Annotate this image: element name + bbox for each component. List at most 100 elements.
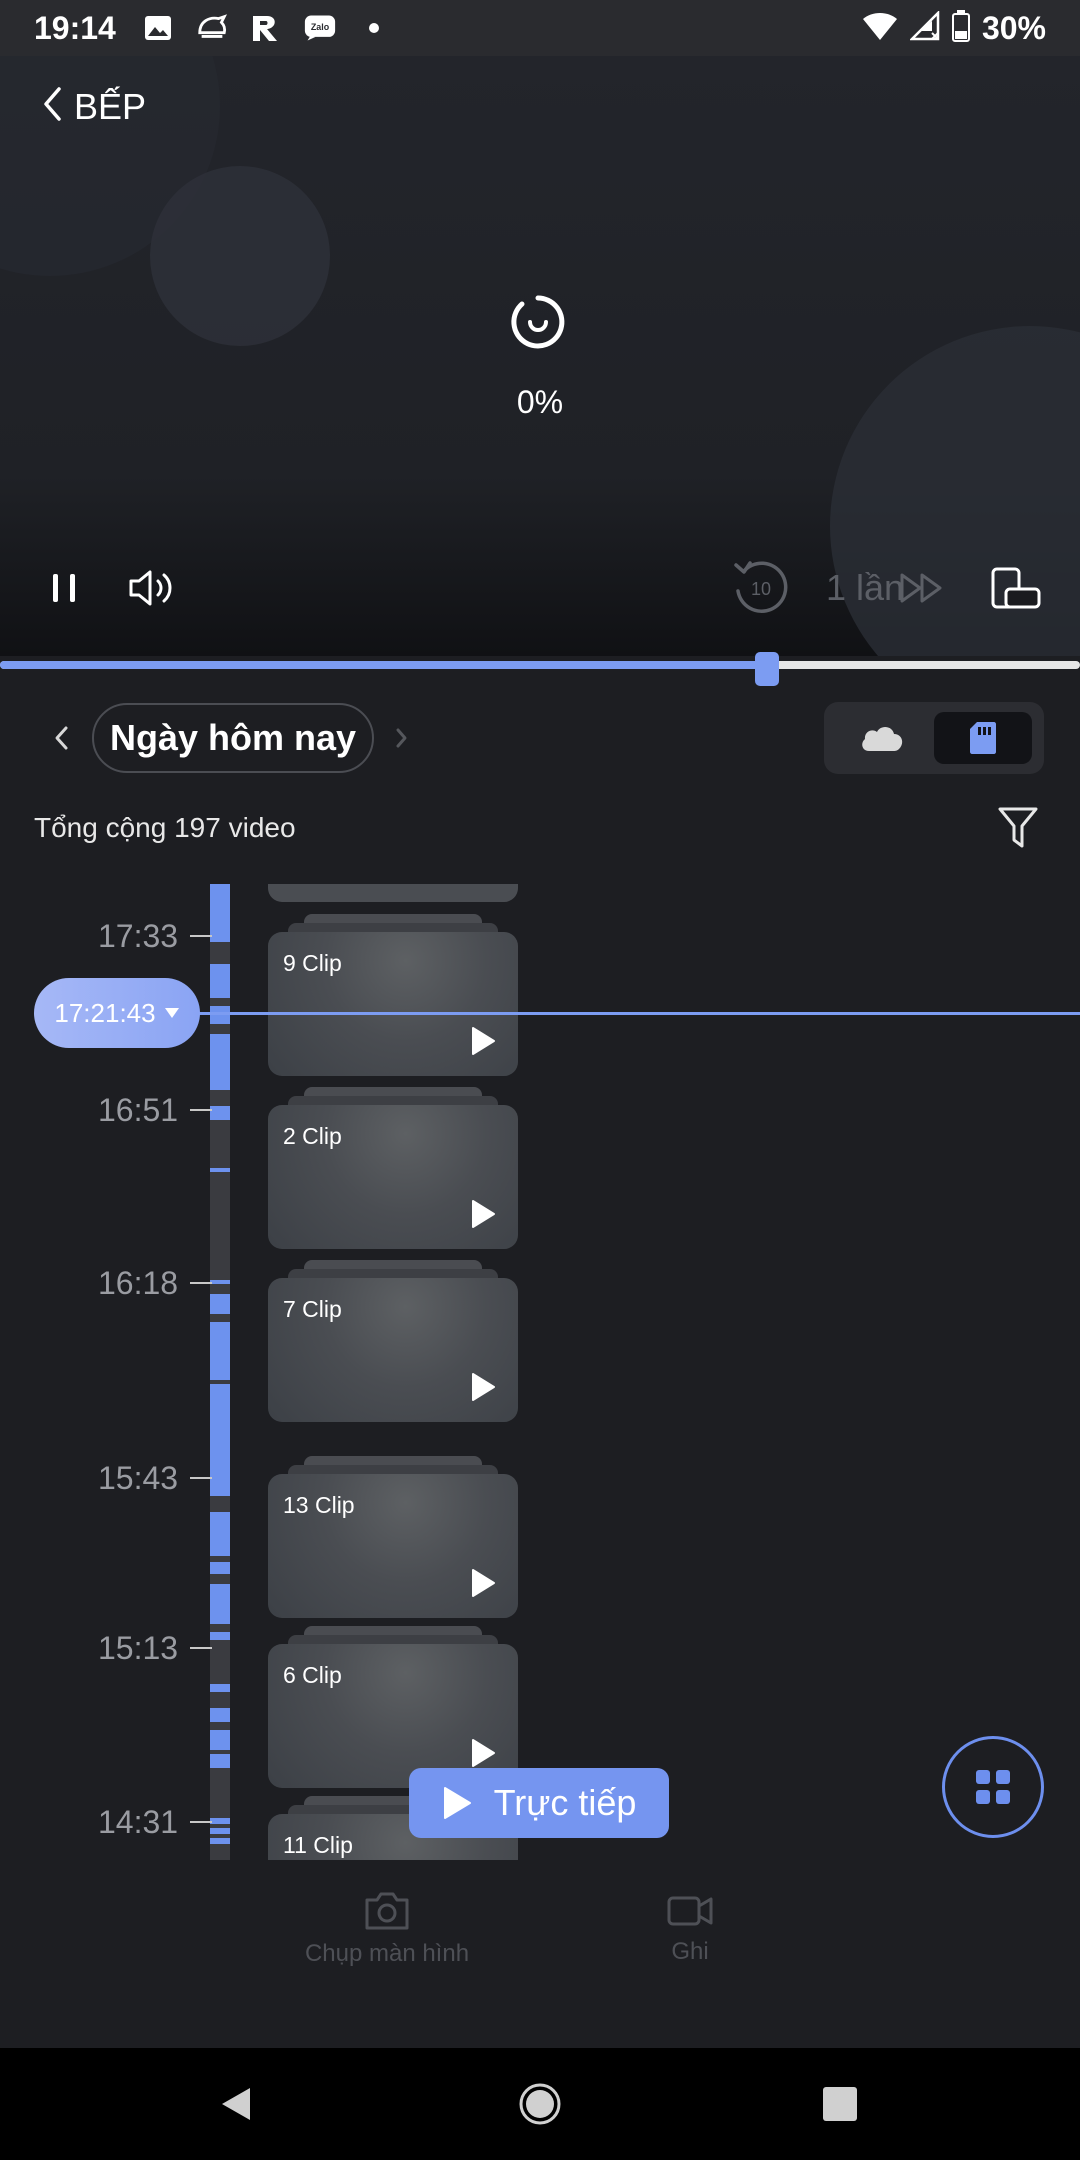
recording-segment <box>210 1708 230 1722</box>
back-button[interactable]: BẾP <box>40 84 146 129</box>
back-triangle-icon <box>222 2088 250 2120</box>
record-button[interactable]: Ghi <box>640 1890 740 1966</box>
timeline-tick <box>190 1647 212 1649</box>
next-day-button[interactable] <box>386 718 418 758</box>
filter-button[interactable] <box>996 804 1040 852</box>
recording-segment <box>210 1280 230 1284</box>
zalo-icon-text: Zalo <box>311 22 330 32</box>
record-label: Ghi <box>671 1938 709 1965</box>
timeline-time-label: 14:31 <box>98 1804 179 1840</box>
timeline-cursor-time[interactable]: 17:21:43 <box>34 978 200 1048</box>
nav-recents-button[interactable] <box>812 2076 868 2132</box>
signal-icon <box>908 9 940 46</box>
recording-segment <box>210 964 230 998</box>
screenshot-label: Chụp màn hình <box>304 1940 470 1967</box>
video-player[interactable]: BẾP 0% 10 1 lần <box>0 56 1080 656</box>
battery-icon <box>951 9 970 47</box>
status-time: 19:14 <box>34 9 116 46</box>
scrubber-fill <box>0 661 767 669</box>
recording-segment <box>210 1828 230 1834</box>
battery-percent: 30% <box>981 9 1046 46</box>
recording-segment <box>210 1168 230 1172</box>
recording-segment <box>210 1310 230 1314</box>
timeline-time-label: 15:13 <box>98 1630 179 1666</box>
timeline-time-label: 16:51 <box>98 1092 179 1128</box>
camera-title: BẾP <box>74 85 147 127</box>
clip-count-label: 6 Clip <box>283 1662 342 1688</box>
nav-back-button[interactable] <box>208 2076 264 2132</box>
total-videos-count: Tổng cộng 197 video <box>34 812 296 843</box>
status-bar: 19:14 Zalo 30% <box>0 0 1080 56</box>
scrubber-thumb[interactable] <box>754 652 779 686</box>
caret-down-icon <box>164 1008 179 1018</box>
helmet-icon <box>196 12 228 44</box>
play-icon <box>472 1027 495 1055</box>
pause-icon <box>53 574 75 602</box>
screenshot-button[interactable]: Chụp màn hình <box>300 1890 474 1968</box>
status-right: 30% <box>862 9 1046 47</box>
playback-scrubber[interactable] <box>0 652 1080 686</box>
recents-square-icon <box>823 2087 857 2121</box>
live-view-button[interactable]: Trực tiếp <box>409 1768 669 1838</box>
system-nav-bar <box>0 2048 1080 2160</box>
recording-segment <box>210 1684 230 1692</box>
rewind-icon: 10 <box>734 561 788 613</box>
speed-button[interactable]: 1 lần <box>826 556 986 620</box>
clip-card-partial[interactable] <box>268 884 518 902</box>
loading-progress: 0% <box>516 384 564 420</box>
fast-forward-icon <box>900 573 942 603</box>
timeline-tick <box>190 1282 212 1284</box>
recording-segment <box>210 1384 230 1496</box>
timeline-cursor-line <box>190 1012 1080 1015</box>
chevron-right-icon <box>396 728 407 748</box>
clip-count-label: 13 Clip <box>283 1492 355 1518</box>
recording-segment <box>210 1632 230 1640</box>
previous-day-button[interactable] <box>46 718 78 758</box>
recording-segment <box>210 1838 230 1844</box>
pause-button[interactable] <box>44 556 84 620</box>
rewind-10-button[interactable]: 10 <box>730 556 792 620</box>
clip-group-card[interactable]: 7 Clip <box>268 1260 518 1422</box>
r-app-icon <box>250 12 282 44</box>
recording-timeline[interactable]: 17:33 16:51 16:18 15:43 15:13 14:31 9 Cl… <box>0 884 1080 1860</box>
recording-segment <box>210 1322 230 1380</box>
timeline-tick <box>190 1477 212 1479</box>
volume-button[interactable] <box>128 556 180 620</box>
play-icon <box>472 1569 495 1597</box>
nav-home-button[interactable] <box>512 2076 568 2132</box>
live-view-label: Trực tiếp <box>493 1782 637 1823</box>
clip-group-card[interactable]: 6 Clip <box>268 1626 518 1788</box>
clip-group-card[interactable]: 9 Clip <box>268 914 518 1076</box>
timeline-time-label: 17:33 <box>98 918 179 954</box>
zalo-icon: Zalo <box>304 12 336 44</box>
play-icon <box>443 1787 471 1819</box>
home-circle-icon <box>519 2083 561 2125</box>
rotate-screen-icon <box>991 567 1041 609</box>
grid-view-button[interactable] <box>942 1736 1044 1838</box>
clip-count-label: 2 Clip <box>283 1123 342 1149</box>
play-icon <box>472 1373 495 1401</box>
timeline-tick <box>190 935 212 937</box>
cloud-source-button[interactable] <box>838 712 926 764</box>
notification-icons: Zalo <box>142 12 390 44</box>
recording-segment <box>210 1730 230 1750</box>
clip-count-label: 7 Clip <box>283 1296 342 1322</box>
clip-group-card[interactable]: 13 Clip <box>268 1456 518 1618</box>
play-icon <box>472 1200 495 1228</box>
recording-segment <box>210 1754 230 1768</box>
recording-segment <box>210 1562 230 1574</box>
date-selector[interactable]: Ngày hôm nay <box>92 703 374 773</box>
clip-group-card[interactable]: 2 Clip <box>268 1087 518 1249</box>
recording-segment <box>210 1584 230 1624</box>
recording-segment <box>210 1512 230 1556</box>
storage-source-toggle <box>824 702 1044 774</box>
clip-count-label: 11 Clip <box>283 1832 353 1858</box>
clip-count-label: 9 Clip <box>283 950 342 976</box>
loading-spinner-icon <box>510 294 566 350</box>
speed-label: 1 lần <box>826 567 905 608</box>
cloud-icon <box>862 726 903 751</box>
sd-card-source-button[interactable] <box>934 712 1032 764</box>
image-icon <box>142 12 174 44</box>
rewind-seconds: 10 <box>751 579 771 599</box>
rotate-screen-button[interactable] <box>990 556 1042 620</box>
